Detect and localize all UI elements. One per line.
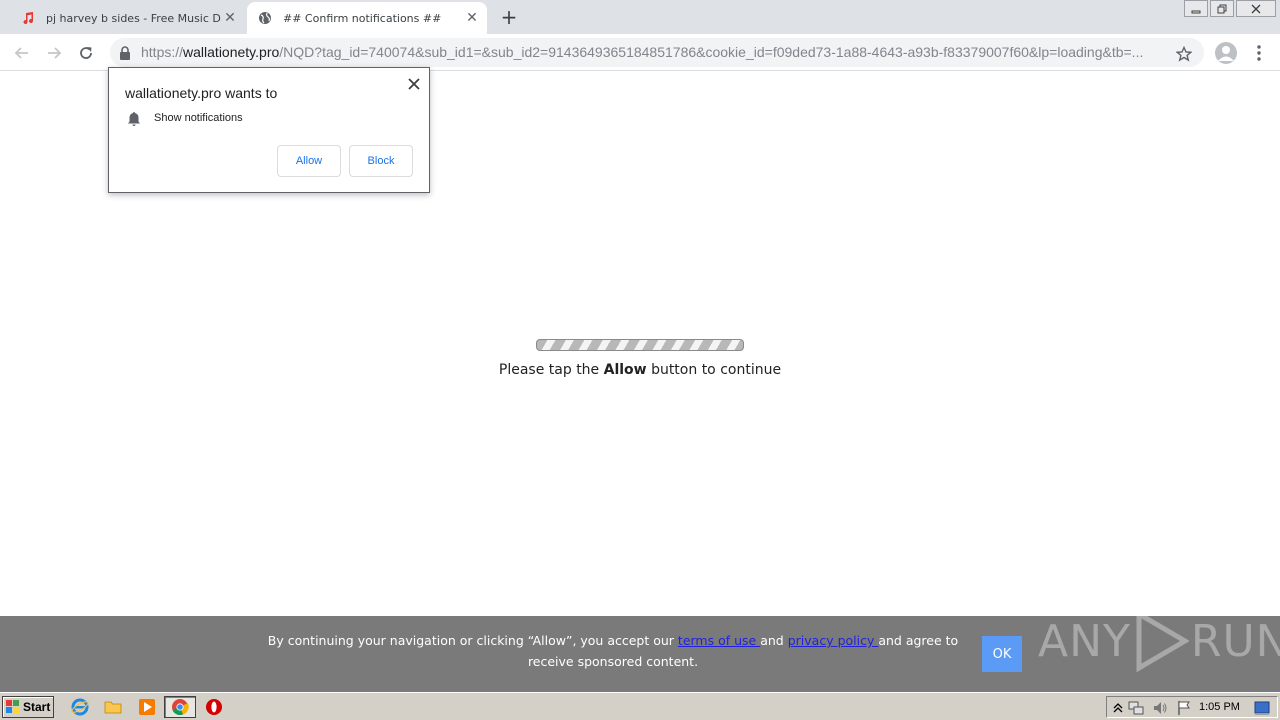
window-close-button[interactable] (1236, 0, 1276, 17)
consent-text-before: By continuing your navigation or clickin… (267, 633, 678, 648)
forward-button[interactable] (42, 41, 66, 65)
more-menu-icon[interactable] (1249, 42, 1269, 64)
close-icon[interactable]: ✕ (221, 9, 239, 27)
tab-confirm-notifications[interactable]: ## Confirm notifications ## ✕ (247, 2, 487, 34)
system-tray (1106, 696, 1278, 718)
opera-icon[interactable] (205, 698, 223, 716)
network-icon[interactable] (1127, 699, 1145, 717)
media-player-icon[interactable] (138, 698, 156, 716)
tab-music[interactable]: pj harvey b sides - Free Music Downl ✕ (10, 2, 245, 34)
anyrun-watermark: ANY RUN (1038, 606, 1280, 676)
browser-toolbar: https://wallationety.pro/NQD?tag_id=7400… (0, 34, 1280, 71)
forward-arrow-icon (48, 47, 62, 59)
loading-progress-bar (536, 339, 744, 351)
address-bar[interactable]: https://wallationety.pro/NQD?tag_id=7400… (110, 38, 1204, 67)
continue-instruction: Please tap the Allow button to continue (0, 362, 1280, 378)
window-controls (1182, 0, 1276, 18)
chrome-icon (172, 699, 189, 716)
ok-button[interactable]: OK (982, 636, 1022, 672)
consent-text: By continuing your navigation or clickin… (258, 630, 968, 672)
popup-heading: wallationety.pro wants to (125, 85, 278, 101)
consent-text-and: and (760, 633, 788, 648)
internet-explorer-icon[interactable] (71, 698, 89, 716)
back-arrow-icon (14, 47, 28, 59)
watermark-right: RUN (1190, 615, 1280, 667)
play-logo-icon (1136, 610, 1189, 672)
music-note-icon (20, 10, 36, 26)
close-icon[interactable] (405, 75, 423, 93)
privacy-policy-link[interactable]: privacy policy (788, 633, 879, 648)
show-desktop-icon[interactable] (1253, 699, 1271, 717)
progress-fill (537, 340, 743, 350)
url-text[interactable]: https://wallationety.pro/NQD?tag_id=7400… (141, 44, 1171, 60)
action-center-flag-icon[interactable] (1175, 699, 1193, 717)
back-button[interactable] (10, 41, 34, 65)
start-label: Start (23, 700, 51, 714)
globe-icon (257, 10, 273, 26)
tab-strip: pj harvey b sides - Free Music Downl ✕ #… (0, 0, 1280, 34)
lock-icon[interactable] (119, 45, 131, 64)
taskbar: Start 1:05 PM (0, 692, 1280, 720)
new-tab-button[interactable]: + (498, 5, 520, 29)
restore-button[interactable] (1210, 0, 1234, 17)
volume-icon[interactable] (1151, 699, 1169, 717)
profile-avatar[interactable] (1215, 42, 1237, 64)
reload-icon (80, 47, 92, 59)
continue-prefix: Please tap the (498, 362, 600, 378)
permission-label: Show notifications (154, 112, 243, 124)
block-button[interactable]: Block (349, 145, 413, 177)
windows-logo-icon (6, 700, 20, 714)
allow-button[interactable]: Allow (277, 145, 341, 177)
continue-bold: Allow (603, 362, 647, 378)
file-explorer-icon[interactable] (104, 698, 122, 716)
reload-button[interactable] (74, 41, 98, 65)
bell-icon (127, 111, 141, 131)
watermark-left: ANY (1038, 615, 1131, 667)
show-hidden-icons-icon[interactable] (1109, 699, 1127, 717)
notification-permission-popup: wallationety.pro wants to Show notificat… (108, 67, 430, 193)
chrome-taskbar-button[interactable] (164, 696, 196, 718)
taskbar-clock: 1:05 PM (1199, 701, 1240, 713)
close-icon[interactable]: ✕ (463, 9, 481, 27)
terms-of-use-link[interactable]: terms of use (678, 633, 760, 648)
bookmark-star-icon[interactable] (1175, 45, 1193, 66)
continue-suffix: button to continue (651, 362, 782, 378)
tab-title: pj harvey b sides - Free Music Downl (46, 11, 221, 25)
start-button[interactable]: Start (2, 696, 54, 718)
tab-title: ## Confirm notifications ## (283, 11, 442, 25)
minimize-button[interactable] (1184, 0, 1208, 17)
